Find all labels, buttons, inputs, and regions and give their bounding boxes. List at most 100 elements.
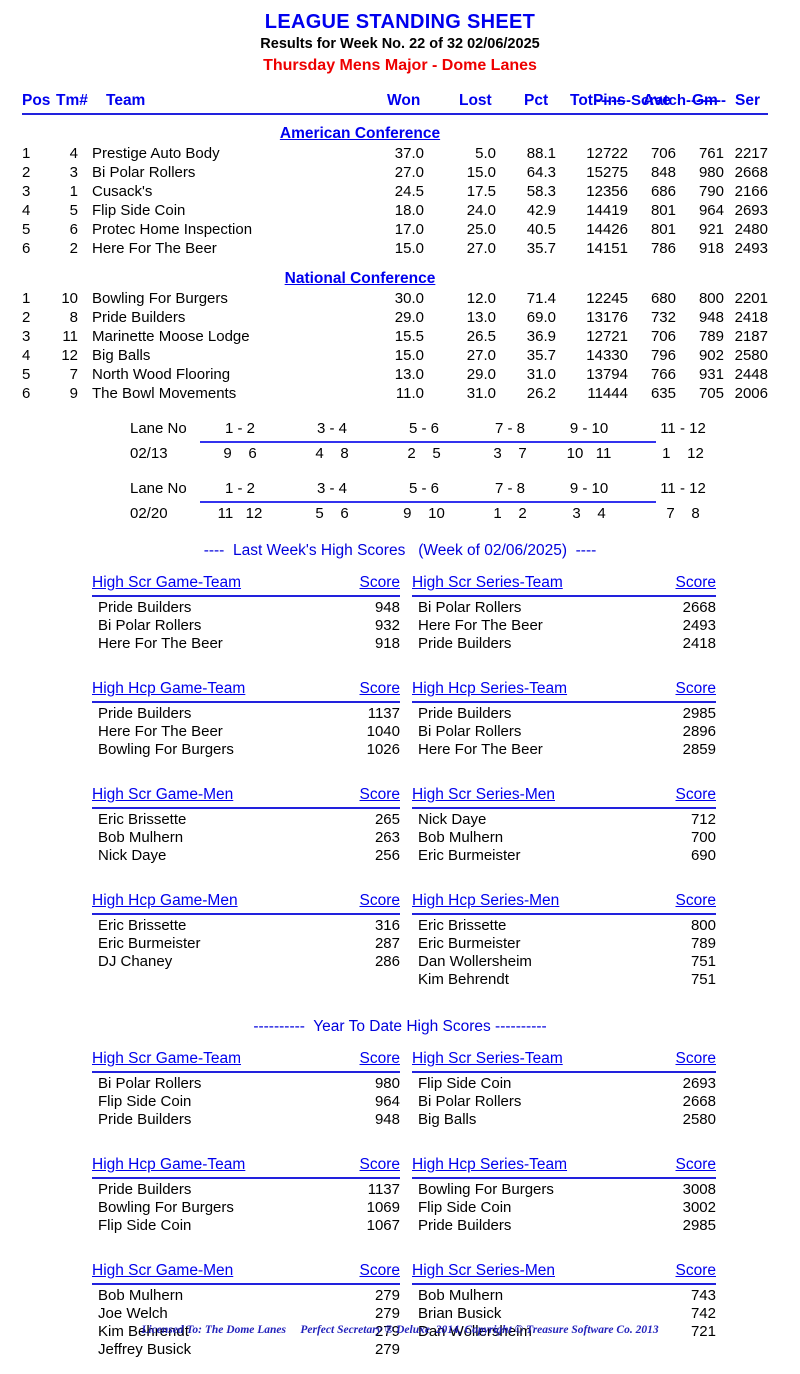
list-item: Eric Brissette 265 — [92, 811, 400, 829]
list-item: Pride Builders 948 — [92, 599, 400, 617]
cell-team-number: 2 — [69, 240, 78, 257]
cell-pos: 4 — [22, 347, 31, 364]
header-divider — [22, 113, 768, 115]
lane-schedule-section: Lane No 02/13 1 - 2 3 - 4 5 - 6 7 - 8 9 - 10 11… — [0, 420, 800, 528]
standings-section: -------Scratch-------- Pos Tm# Team Won … — [0, 92, 800, 404]
high-score-block-left: High Scr Game-Men Score Eric Brissette 265 B… — [92, 786, 400, 865]
table-row: 5 6 Protec Home Inspection 17.0 25.0 40.5 1442… — [0, 221, 800, 240]
cell-ave: 848 — [650, 164, 676, 181]
cell-team-name: Bowling For Burgers — [92, 290, 228, 307]
high-score-value: 712 — [690, 811, 716, 828]
high-score-value: 751 — [690, 971, 716, 988]
table-row: 4 5 Flip Side Coin 18.0 24.0 42.9 14419 801 964 2… — [0, 202, 800, 221]
high-score-name: Pride Builders — [98, 599, 192, 616]
table-row: 5 7 North Wood Flooring 13.0 29.0 31.0 13794 76… — [0, 366, 800, 385]
list-item: Bowling For Burgers 1026 — [92, 741, 400, 759]
high-score-rows: Pride Builders 2985 Bi Polar Rollers 2896 He… — [412, 705, 716, 759]
cell-ave: 801 — [650, 221, 676, 238]
cell-totpins: 12356 — [586, 183, 628, 200]
cell-totpins: 14419 — [586, 202, 628, 219]
high-score-group: High Scr Game-Men Score Eric Brissette 265 B… — [0, 786, 800, 878]
score-column-header: Score — [675, 892, 717, 909]
high-score-value: 700 — [690, 829, 716, 846]
score-column-header: Score — [675, 680, 717, 697]
high-score-name: Eric Brissette — [98, 917, 187, 934]
cell-pos: 3 — [22, 328, 31, 345]
high-score-block-right: High Hcp Series-Men Score Eric Brissette 80… — [412, 892, 716, 989]
cell-team-name: Bi Polar Rollers — [92, 164, 196, 181]
cell-totpins: 14151 — [586, 240, 628, 257]
list-item: Bob Mulhern 743 — [412, 1287, 716, 1305]
cell-gm: 789 — [698, 328, 724, 345]
high-score-category-label: High Scr Series-Men — [412, 1262, 555, 1279]
list-item: Pride Builders 1137 — [92, 705, 400, 723]
high-score-category-label: High Hcp Series-Team — [412, 1156, 568, 1173]
list-item: Eric Burmeister 690 — [412, 847, 716, 865]
list-item: Bowling For Burgers 3008 — [412, 1181, 716, 1199]
high-score-header-divider — [92, 1071, 400, 1073]
high-score-header-divider — [92, 1283, 400, 1285]
license-footer: Licensed To: The Dome Lanes Perfect Secr… — [141, 1324, 659, 1336]
cell-team-name: Protec Home Inspection — [92, 221, 253, 238]
cell-lost: 27.0 — [466, 240, 496, 257]
high-score-name: Pride Builders — [98, 1111, 192, 1128]
list-item: Flip Side Coin 964 — [92, 1093, 400, 1111]
score-column-header: Score — [359, 892, 401, 909]
high-score-rows: Flip Side Coin 2693 Bi Polar Rollers 2668 Bi… — [412, 1075, 716, 1129]
league-standing-sheet: LEAGUE STANDING SHEET Results for Week N… — [0, 0, 800, 1358]
score-column-header: Score — [675, 574, 717, 591]
cell-won: 17.0 — [394, 221, 424, 238]
list-item: Here For The Beer 2493 — [412, 617, 716, 635]
document-header: LEAGUE STANDING SHEET Results for Week N… — [0, 0, 800, 76]
cell-team-name: Flip Side Coin — [92, 202, 186, 219]
high-score-name: Pride Builders — [418, 1217, 512, 1234]
column-header-team: Team — [106, 92, 146, 109]
cell-lost: 17.5 — [466, 183, 496, 200]
cell-team-name: The Bowl Movements — [92, 385, 237, 402]
cell-pct: 64.3 — [526, 164, 556, 181]
cell-pos: 6 — [22, 240, 31, 257]
cell-team-name: Marinette Moose Lodge — [92, 328, 250, 345]
high-score-name: Jeffrey Busick — [98, 1341, 192, 1358]
cell-gm: 948 — [698, 309, 724, 326]
high-score-name: Brian Busick — [418, 1305, 502, 1322]
cell-pct: 36.9 — [526, 328, 556, 345]
high-score-name: Bob Mulhern — [98, 1287, 184, 1304]
list-item: Eric Brissette 316 — [92, 917, 400, 935]
cell-totpins: 12722 — [586, 145, 628, 162]
high-score-name: Eric Burmeister — [98, 935, 201, 952]
cell-ave: 706 — [650, 145, 676, 162]
column-header-pos: Pos — [22, 92, 51, 109]
high-score-value: 1137 — [367, 705, 400, 722]
high-score-category-label: High Scr Series-Team — [412, 1050, 563, 1067]
high-score-value: 690 — [690, 847, 716, 864]
high-score-block-header: High Scr Game-Team Score — [92, 1050, 400, 1073]
high-score-name: Bowling For Burgers — [98, 741, 234, 758]
high-score-group: High Scr Game-Team Score Bi Polar Rollers 9… — [0, 1050, 800, 1142]
lane-pair-label: 1 - 2 — [224, 480, 255, 497]
high-score-block-left: High Scr Game-Men Score Bob Mulhern 279 Joe … — [92, 1262, 400, 1359]
lane-schedule-date: 02/13 — [130, 445, 168, 462]
high-score-category-label: High Scr Series-Team — [412, 574, 563, 591]
table-row: 3 11 Marinette Moose Lodge 15.5 26.5 36.9 1272… — [0, 328, 800, 347]
league-name: Thursday Mens Major - Dome Lanes — [263, 57, 537, 74]
high-score-value: 2985 — [682, 1217, 716, 1234]
high-score-name: Joe Welch — [98, 1305, 168, 1322]
high-score-category-label: High Hcp Series-Men — [412, 892, 560, 909]
high-score-block-header: High Hcp Game-Team Score — [92, 680, 400, 703]
high-score-block-header: High Hcp Game-Men Score — [92, 892, 401, 915]
cell-won: 15.5 — [394, 328, 424, 345]
high-score-block-right: High Hcp Series-Team Score Pride Builders 2… — [412, 680, 716, 759]
cell-totpins: 15275 — [586, 164, 628, 181]
cell-pct: 69.0 — [526, 309, 556, 326]
list-item: Flip Side Coin 1067 — [92, 1217, 400, 1235]
cell-pos: 5 — [22, 366, 31, 383]
high-score-value: 263 — [374, 829, 400, 846]
high-score-value: 287 — [374, 935, 400, 952]
high-score-value: 279 — [374, 1305, 400, 1322]
cell-totpins: 14426 — [586, 221, 628, 238]
cell-ser: 2580 — [734, 347, 768, 364]
high-score-value: 918 — [374, 635, 400, 652]
cell-team-number: 8 — [69, 309, 78, 326]
cell-ave: 766 — [650, 366, 676, 383]
